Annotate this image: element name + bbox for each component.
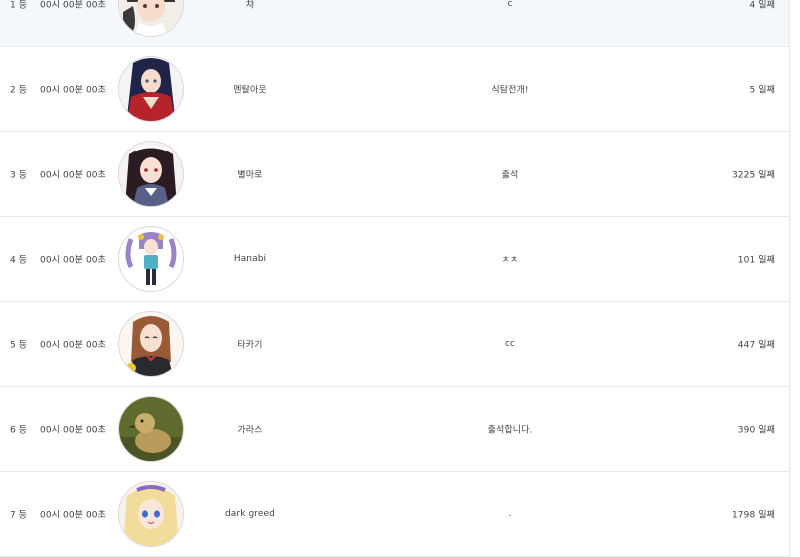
user-avatar[interactable] (118, 396, 184, 462)
greeting-message: 출석합니다. (487, 425, 533, 436)
nickname[interactable]: 멘탈아웃 (180, 83, 320, 96)
user-avatar[interactable] (118, 0, 184, 37)
check-in-time: 00시 00분 00초 (40, 170, 107, 181)
check-in-time: 00시 00분 00초 (40, 510, 107, 521)
attendance-row: 6 등 00시 00분 00초 가라스 출석합니다. 390 일째 (0, 387, 789, 472)
nickname[interactable]: 타카기 (180, 338, 320, 351)
attendance-days: 3225 일째 (731, 170, 775, 181)
nickname[interactable]: Hanabi (180, 254, 320, 264)
user-avatar[interactable] (118, 481, 184, 547)
attendance-row: 1 등 00시 00분 00초 챠 c 4 일째 (0, 0, 789, 47)
user-avatar[interactable] (118, 311, 184, 377)
attendance-days: 447 일째 (737, 340, 775, 351)
attendance-row: 3 등 00시 00분 00초 별마로 출석 3225 일째 (0, 132, 789, 217)
attendance-row: 2 등 00시 00분 00초 멘탈아웃 식탐전개! 5 일째 (0, 47, 789, 132)
greeting-message: cc (504, 339, 516, 349)
attendance-row: 4 등 00시 00분 00초 Hanabi ㅊㅊ 101 일째 (0, 217, 789, 302)
greeting-message: . (508, 509, 512, 519)
rank-label: 2 등 (10, 85, 28, 96)
anime-avatar-7-icon (119, 482, 183, 546)
attendance-days: 5 일째 (749, 85, 775, 96)
attendance-days: 101 일째 (737, 255, 775, 266)
rank-label: 3 등 (10, 170, 28, 181)
attendance-list: 1 등 00시 00분 00초 챠 c 4 일째 2 등 00시 00분 00초 (0, 0, 790, 557)
user-avatar[interactable] (118, 141, 184, 207)
attendance-row: 7 등 00시 00분 00초 dark greed . 1798 일째 (0, 472, 789, 557)
anime-avatar-1-icon (119, 0, 183, 36)
attendance-row: 5 등 00시 00분 00초 타카기 cc 447 일째 (0, 302, 789, 387)
rank-label: 1 등 (10, 0, 28, 11)
anime-avatar-5-icon (119, 312, 183, 376)
nickname[interactable]: dark greed (180, 509, 320, 519)
attendance-days: 1798 일째 (731, 510, 775, 521)
greeting-message: c (507, 0, 513, 9)
rank-label: 6 등 (10, 425, 28, 436)
check-in-time: 00시 00분 00초 (40, 340, 107, 351)
user-avatar[interactable] (118, 56, 184, 122)
rank-label: 7 등 (10, 510, 28, 521)
nickname[interactable]: 챠 (180, 0, 320, 11)
anime-avatar-2-icon (119, 57, 183, 121)
check-in-time: 00시 00분 00초 (40, 425, 107, 436)
greeting-message: 식탐전개! (491, 85, 529, 96)
rank-label: 5 등 (10, 340, 28, 351)
greeting-message: 출석 (501, 170, 519, 181)
duckling-avatar-icon (119, 397, 183, 461)
anime-avatar-3-icon (119, 142, 183, 206)
check-in-time: 00시 00분 00초 (40, 255, 107, 266)
check-in-time: 00시 00분 00초 (40, 0, 107, 11)
nickname[interactable]: 가라스 (180, 423, 320, 436)
anime-avatar-4-icon (119, 227, 183, 291)
attendance-days: 390 일째 (737, 425, 775, 436)
check-in-time: 00시 00분 00초 (40, 85, 107, 96)
greeting-message: ㅊㅊ (501, 255, 519, 266)
nickname[interactable]: 별마로 (180, 168, 320, 181)
rank-label: 4 등 (10, 255, 28, 266)
user-avatar[interactable] (118, 226, 184, 292)
attendance-days: 4 일째 (749, 0, 775, 11)
